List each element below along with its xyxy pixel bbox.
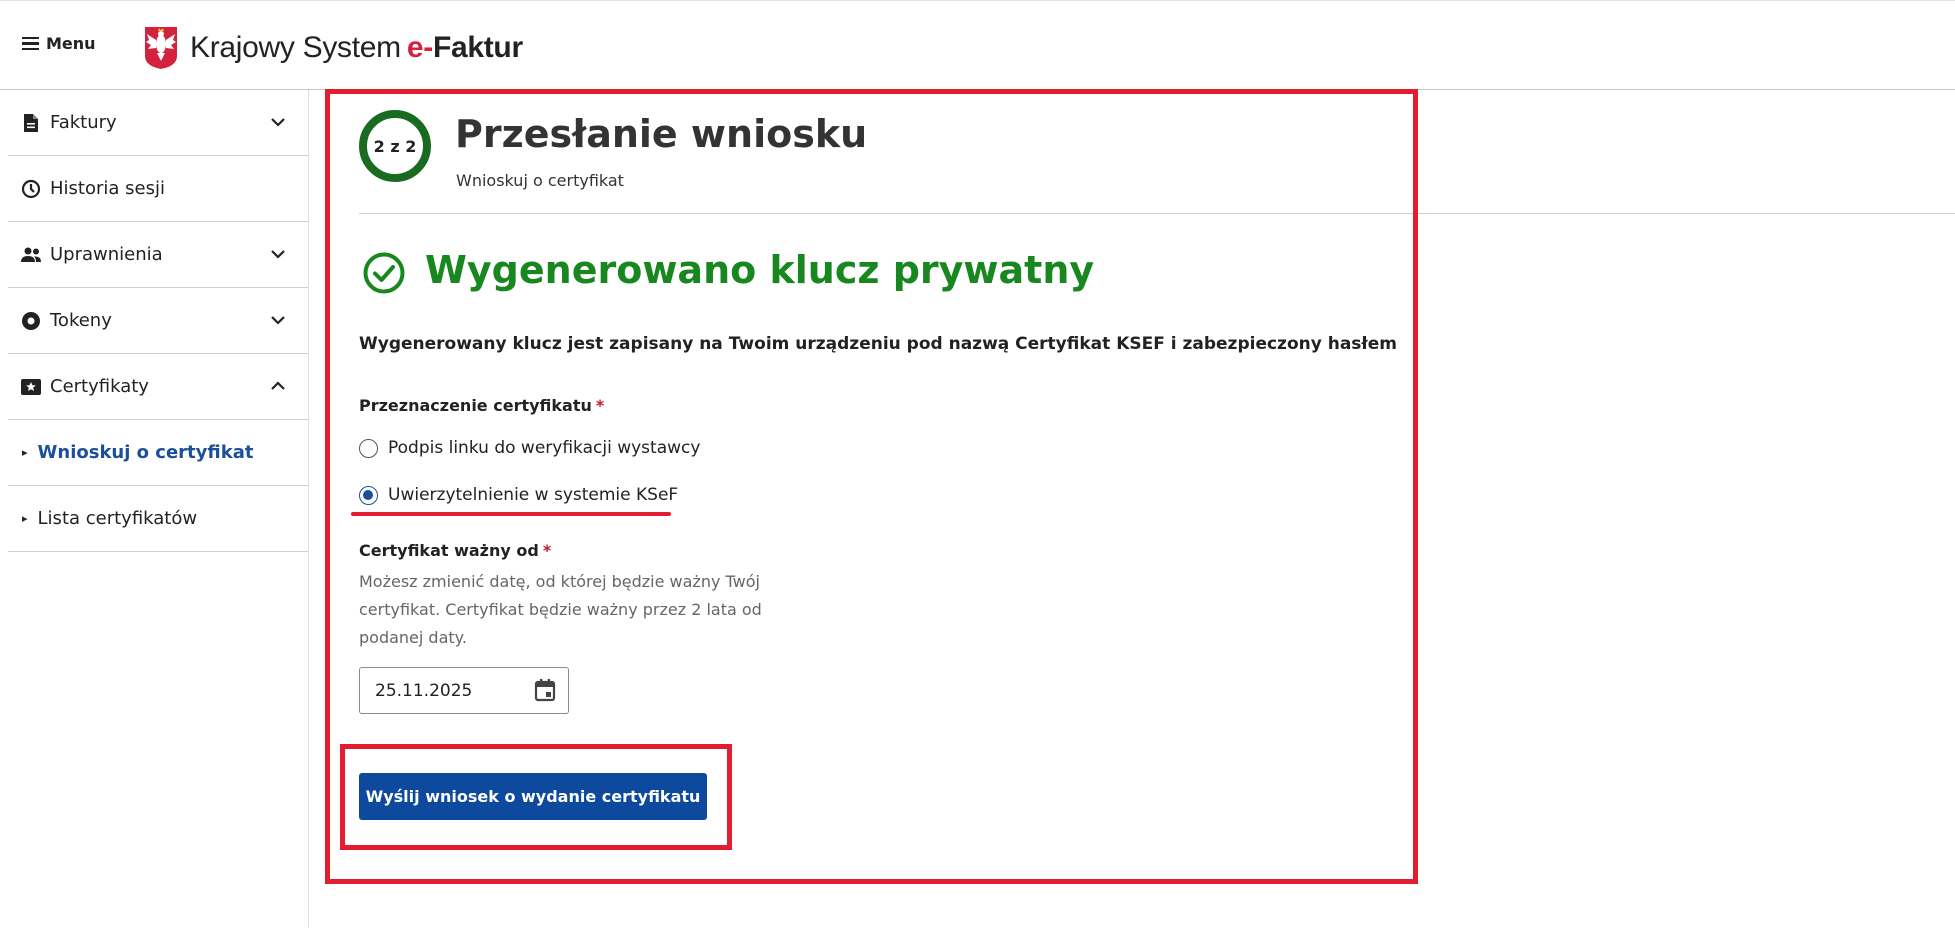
people-icon <box>20 244 42 266</box>
menu-button[interactable]: Menu <box>22 34 96 53</box>
sidebar-item-label: Uprawnienia <box>50 244 163 265</box>
sidebar-item-faktury[interactable]: Faktury <box>8 90 308 156</box>
document-icon <box>20 112 42 134</box>
annotation-box-button <box>340 744 732 850</box>
sidebar-item-label: Historia sesji <box>50 178 165 199</box>
eagle-emblem-icon <box>145 27 177 69</box>
hamburger-icon <box>22 36 39 51</box>
token-icon <box>20 310 42 332</box>
sidebar-item-certyfikaty[interactable]: Certyfikaty <box>8 354 308 420</box>
brand-prefix: Krajowy System <box>190 31 401 64</box>
chevron-up-icon <box>271 381 285 390</box>
sidebar: Faktury Historia sesji Uprawnienia Token… <box>8 90 309 928</box>
sidebar-item-label: Faktury <box>50 112 117 133</box>
sidebar-item-tokeny[interactable]: Tokeny <box>8 288 308 354</box>
sidebar-subitem-label: Wnioskuj o certyfikat <box>37 442 254 463</box>
sidebar-subitem-lista-certyfikatow[interactable]: ▸ Lista certyfikatów <box>8 486 308 552</box>
chevron-down-icon <box>271 250 285 259</box>
sidebar-item-historia-sesji[interactable]: Historia sesji <box>8 156 308 222</box>
certificate-icon <box>20 376 42 398</box>
brand-e: e- <box>406 31 433 64</box>
app-logo[interactable]: Krajowy System e-Faktur <box>144 26 523 70</box>
clock-icon <box>20 178 42 200</box>
app-header: Menu Krajowy System e-Faktur <box>0 4 1955 90</box>
sidebar-item-label: Certyfikaty <box>50 376 149 397</box>
brand-suffix: Faktur <box>432 31 523 64</box>
sidebar-subitem-label: Lista certyfikatów <box>37 508 198 529</box>
chevron-down-icon <box>271 118 285 127</box>
sidebar-item-uprawnienia[interactable]: Uprawnienia <box>8 222 308 288</box>
sidebar-subitem-wnioskuj[interactable]: ▸ Wnioskuj o certyfikat <box>8 420 308 486</box>
chevron-down-icon <box>271 316 285 325</box>
triangle-right-icon: ▸ <box>22 512 28 525</box>
menu-label: Menu <box>46 34 96 53</box>
sidebar-item-label: Tokeny <box>50 310 112 331</box>
brand-title: Krajowy System e-Faktur <box>190 31 523 65</box>
triangle-right-icon: ▸ <box>22 446 28 459</box>
